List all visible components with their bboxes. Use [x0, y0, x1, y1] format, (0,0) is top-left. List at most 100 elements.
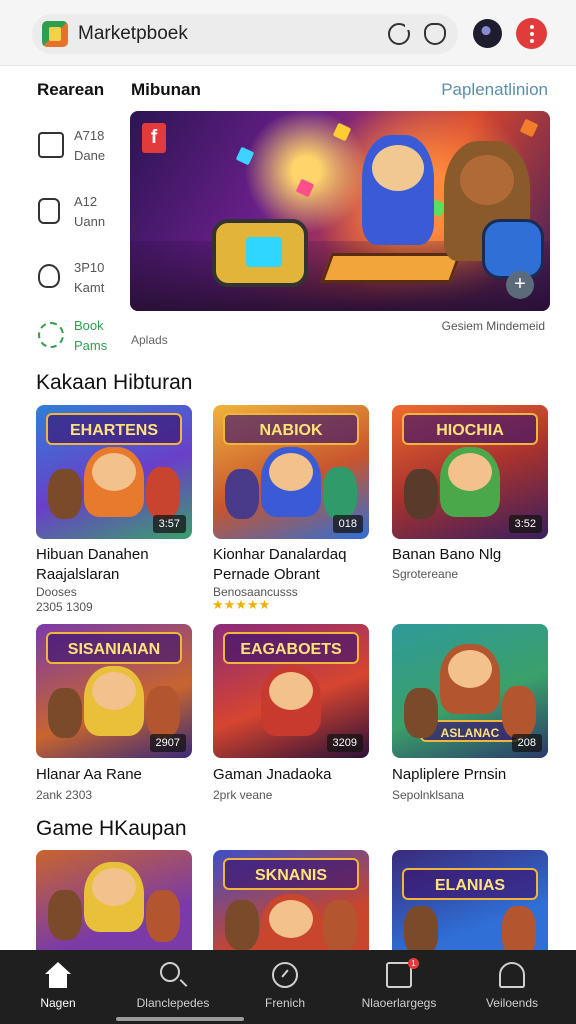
game-card-logo: NABIOK: [223, 413, 359, 445]
compass-icon: [272, 962, 298, 988]
game-title[interactable]: Gaman Jnadaoka: [213, 765, 373, 785]
character-illustration: [146, 467, 180, 519]
nav-label: Veiloends: [485, 996, 539, 1010]
bag-icon[interactable]: [424, 23, 446, 45]
character-illustration: [404, 469, 438, 519]
character-illustration: [404, 906, 438, 950]
game-title[interactable]: Pernade Obrant: [213, 565, 373, 585]
category-item-3[interactable]: 3P10 Kamt: [36, 256, 126, 300]
gamepad-illustration: [482, 219, 544, 279]
category-item-1[interactable]: A718 Dane: [36, 124, 126, 168]
character-illustration: [502, 906, 536, 950]
game-title[interactable]: Raajalslaran: [36, 565, 196, 585]
avatar[interactable]: [473, 19, 502, 48]
refresh-icon[interactable]: [388, 23, 412, 45]
search-bar-actions: [388, 23, 446, 45]
add-icon[interactable]: +: [506, 271, 534, 299]
game-card-badge: 3:52: [508, 515, 542, 533]
categories-header: Rearean: [37, 80, 105, 99]
game-title[interactable]: Kionhar Danalardaq: [213, 545, 373, 565]
rating-stars: ★★★★★: [212, 597, 271, 612]
character-illustration: [404, 688, 438, 738]
game-meta: 2305 1309: [36, 600, 93, 614]
top-app-bar: Marketpboek: [0, 0, 576, 66]
nav-item-explore[interactable]: Frenich: [229, 950, 341, 1024]
document-icon: [38, 198, 60, 224]
category-sublabel: Dane: [74, 148, 106, 163]
game-card[interactable]: ASLANAC 208: [392, 624, 548, 758]
game-card-logo: SISANIAIAN: [46, 632, 182, 664]
fox-character-illustration: [362, 135, 434, 245]
game-card[interactable]: EAGABOETS 3209: [213, 624, 369, 758]
game-card[interactable]: SKNANIS: [213, 850, 369, 950]
featured-header: Mibunan: [131, 80, 201, 99]
nav-item-home[interactable]: Nagen: [2, 950, 114, 1024]
character-illustration: [440, 447, 500, 517]
nav-label: Dlanclepedes: [136, 996, 210, 1010]
gem-decoration: [235, 146, 255, 166]
character-illustration: [261, 666, 321, 736]
character-illustration: [323, 900, 357, 950]
category-item-2[interactable]: A12 Uann: [36, 190, 126, 234]
nav-item-inbox[interactable]: 1 Nlaoerlargegs: [343, 950, 455, 1024]
category-label: A718: [74, 128, 105, 143]
nav-label: Frenich: [264, 996, 305, 1010]
section-title-popular: Kakaan Hibturan: [36, 371, 193, 394]
game-publisher: 2ank 2303: [36, 788, 93, 802]
gem-decoration: [519, 118, 539, 138]
game-card[interactable]: ELANIAS: [392, 850, 548, 950]
game-card-logo: HIOCHIA: [402, 413, 538, 445]
character-illustration: [225, 900, 259, 950]
game-card[interactable]: NABIOK 018: [213, 405, 369, 539]
see-all-link[interactable]: Paplenatlinion: [441, 80, 548, 100]
search-icon: [160, 962, 180, 982]
character-illustration: [48, 890, 82, 940]
home-icon: [45, 962, 71, 974]
category-sublabel: Kamt: [74, 280, 105, 295]
game-card[interactable]: [36, 850, 192, 950]
home-indicator: [116, 1017, 244, 1021]
nav-label: Nagen: [40, 996, 76, 1010]
banner-caption: Aplads: [131, 333, 168, 347]
search-bar[interactable]: Marketpboek: [32, 14, 458, 54]
category-item-4[interactable]: Book Pams: [36, 314, 126, 358]
character-illustration: [84, 666, 144, 736]
game-card-logo: EHARTENS: [46, 413, 182, 445]
featured-banner[interactable]: f +: [130, 111, 550, 311]
category-sublabel: Pams: [74, 338, 108, 353]
character-illustration: [261, 894, 321, 950]
store-logo-icon: [42, 21, 68, 47]
nav-item-profile[interactable]: Veiloends: [456, 950, 568, 1024]
game-card-badge: 3209: [326, 734, 363, 752]
game-publisher: Sgrotereane: [392, 567, 459, 581]
nav-label: Nlaoerlargegs: [361, 996, 437, 1010]
nav-item-search[interactable]: Dlanclepedes: [117, 950, 229, 1024]
shield-icon: [38, 264, 60, 288]
facebook-icon[interactable]: f: [142, 123, 166, 153]
category-sublabel: Uann: [74, 214, 106, 229]
character-illustration: [225, 469, 259, 519]
character-illustration: [84, 447, 144, 517]
game-title[interactable]: Hibuan Danahen: [36, 545, 196, 565]
bottom-navigation: Nagen Dlanclepedes Frenich 1 Nlaoerlarge…: [0, 950, 576, 1024]
briefcase-icon: [38, 132, 64, 158]
game-card[interactable]: HIOCHIA 3:52: [392, 405, 548, 539]
game-title[interactable]: Hlanar Aa Rane: [36, 765, 196, 785]
game-title[interactable]: Napliplere Prnsin: [392, 765, 552, 785]
home-icon-body: [49, 974, 67, 988]
user-icon: [499, 962, 525, 988]
game-card[interactable]: EHARTENS 3:57: [36, 405, 192, 539]
game-card[interactable]: SISANIAIAN 2907: [36, 624, 192, 758]
character-illustration: [323, 467, 357, 519]
gear-icon: [38, 322, 64, 348]
more-menu-button[interactable]: [516, 18, 547, 49]
category-label: Book: [74, 318, 104, 333]
game-card-logo: EAGABOETS: [223, 632, 359, 664]
game-publisher: Dooses: [36, 585, 77, 599]
character-illustration: [261, 447, 321, 517]
game-title[interactable]: Banan Bano Nlg: [392, 545, 552, 565]
game-publisher: 2prk veane: [213, 788, 273, 802]
app-title: Marketpboek: [78, 23, 188, 44]
game-card-badge: 208: [511, 734, 542, 752]
gem-decoration: [295, 178, 315, 198]
